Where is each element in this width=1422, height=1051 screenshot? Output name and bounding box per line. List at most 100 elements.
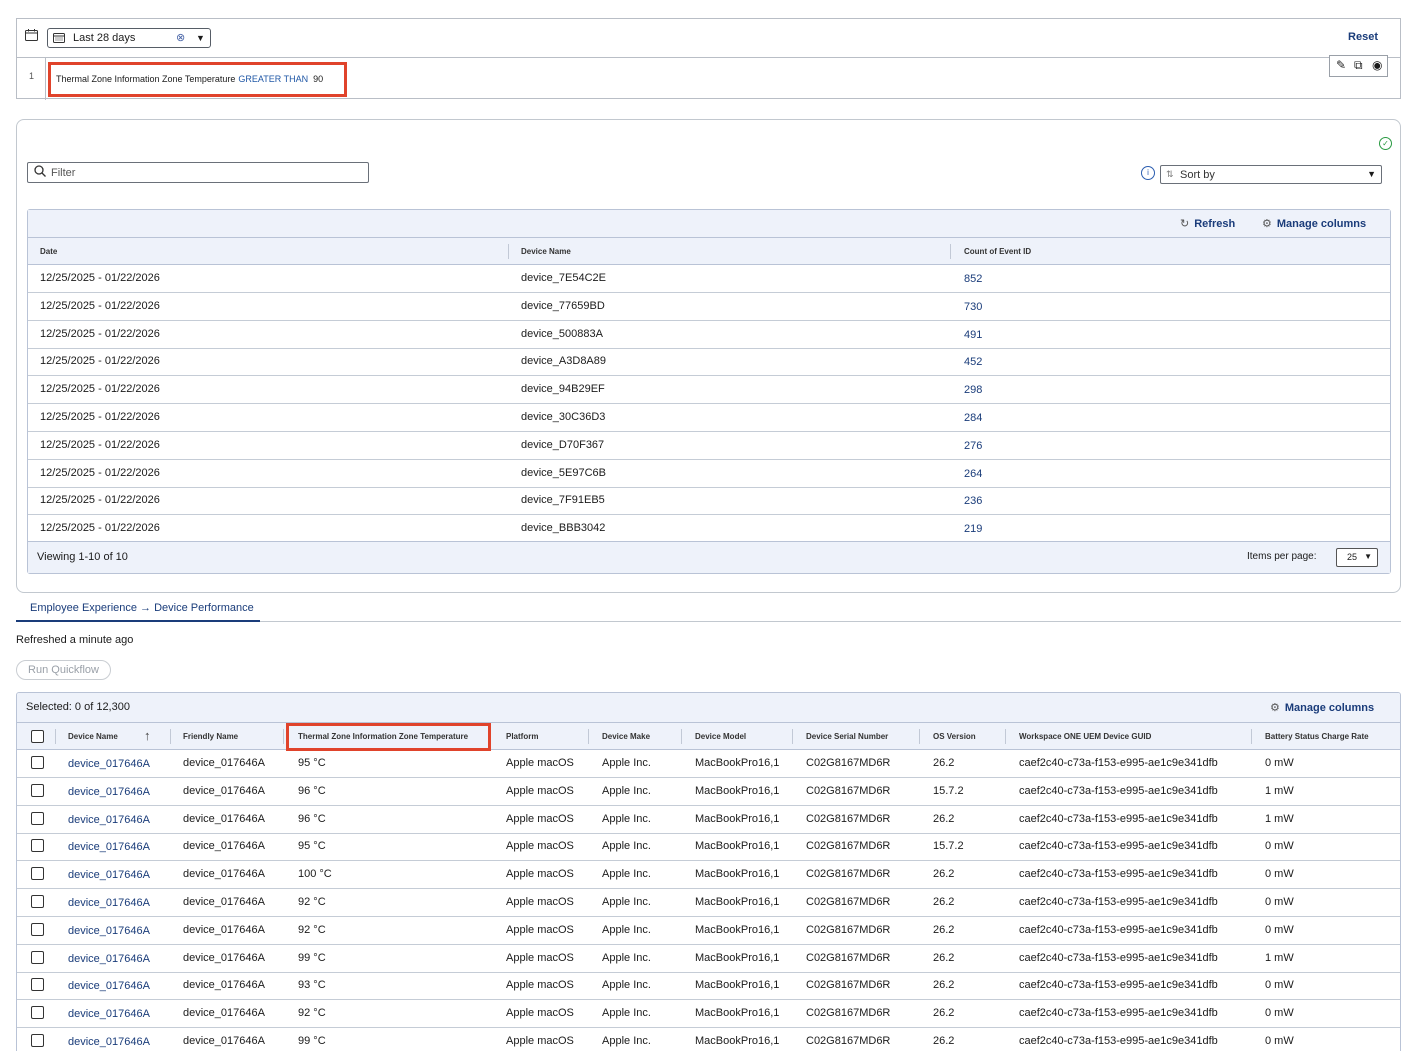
table-row[interactable]: 12/25/2025 - 01/22/2026 device_A3D8A89 452 [28, 348, 1390, 377]
event-count-link[interactable]: 730 [964, 301, 982, 313]
event-count-link[interactable]: 236 [964, 495, 982, 507]
copy-icon[interactable]: ⧉ [1354, 58, 1363, 73]
row-checkbox[interactable] [31, 950, 44, 964]
column-header[interactable]: Friendly Name [183, 732, 238, 741]
table-row[interactable]: 12/25/2025 - 01/22/2026 device_D70F367 276 [28, 432, 1390, 460]
device-name-link[interactable]: device_017646A [68, 953, 150, 965]
table-cell: C02G8167MD6R [806, 951, 891, 964]
select-all-checkbox[interactable] [31, 730, 44, 743]
device-name-link[interactable]: device_017646A [68, 1008, 150, 1020]
table-row[interactable]: device_017646A device_017646A 92 °C Apple m… [17, 917, 1400, 945]
column-header[interactable]: Device Model [695, 732, 746, 741]
column-header[interactable]: Device Serial Number [806, 732, 888, 741]
table-row[interactable]: device_017646A device_017646A 99 °C Apple m… [17, 945, 1400, 973]
event-count-link[interactable]: 219 [964, 523, 982, 535]
column-separator[interactable] [283, 729, 284, 744]
manage-columns-button[interactable]: ⚙ Manage columns [1270, 701, 1374, 714]
event-count-link[interactable]: 298 [964, 384, 982, 396]
device-name-link[interactable]: device_017646A [68, 980, 150, 992]
table-row[interactable]: 12/25/2025 - 01/22/2026 device_500883A 491 [28, 321, 1390, 349]
column-separator[interactable] [792, 729, 793, 744]
table-row[interactable]: device_017646A device_017646A 99 °C Apple m… [17, 1028, 1400, 1051]
calendar-icon[interactable] [25, 29, 38, 44]
reset-button[interactable]: Reset [1348, 31, 1378, 43]
column-separator[interactable] [170, 729, 171, 744]
device-name-link[interactable]: device_017646A [68, 869, 150, 881]
column-header[interactable]: Workspace ONE UEM Device GUID [1019, 732, 1151, 741]
table-row[interactable]: 12/25/2025 - 01/22/2026 device_7F91EB5 236 [28, 487, 1390, 516]
device-name-link[interactable]: device_017646A [68, 925, 150, 937]
column-header[interactable]: Thermal Zone Information Zone Temperatur… [298, 732, 468, 741]
device-name-link[interactable]: device_017646A [68, 758, 150, 770]
table-cell: 95 °C [298, 840, 326, 853]
table-row[interactable]: 12/25/2025 - 01/22/2026 device_30C36D3 284 [28, 404, 1390, 432]
filter-rule-highlight[interactable]: Thermal Zone Information Zone Temperatur… [48, 62, 347, 97]
run-quickflow-button[interactable]: Run Quickflow [16, 660, 111, 680]
row-checkbox[interactable] [31, 756, 44, 769]
column-header[interactable]: Device Name [521, 247, 571, 256]
table-row[interactable]: device_017646A device_017646A 96 °C Apple m… [17, 806, 1400, 834]
column-header[interactable]: Device Make [602, 732, 650, 741]
row-checkbox[interactable] [31, 811, 44, 825]
column-separator[interactable] [950, 244, 951, 259]
row-checkbox[interactable] [31, 839, 44, 853]
table-row[interactable]: 12/25/2025 - 01/22/2026 device_77659BD 730 [28, 293, 1390, 321]
event-count-link[interactable]: 491 [964, 329, 982, 341]
column-header[interactable]: Platform [506, 732, 538, 741]
row-checkbox[interactable] [31, 1034, 44, 1047]
event-count-link[interactable]: 276 [964, 440, 982, 452]
device-name-link[interactable]: device_017646A [68, 897, 150, 909]
event-count-link[interactable]: 264 [964, 468, 982, 480]
column-separator[interactable] [588, 729, 589, 744]
table-row[interactable]: 12/25/2025 - 01/22/2026 device_5E97C6B 264 [28, 460, 1390, 488]
items-per-page-select[interactable]: 25 ▼ [1336, 548, 1378, 567]
table-row[interactable]: device_017646A device_017646A 100 °C Apple … [17, 861, 1400, 890]
device-name-link[interactable]: device_017646A [68, 786, 150, 798]
column-separator[interactable] [508, 244, 509, 259]
tab-device-performance[interactable]: Employee Experience → Device Performance [16, 598, 260, 622]
filter-input[interactable] [51, 165, 351, 180]
column-separator[interactable] [681, 729, 682, 744]
eye-icon[interactable]: ◉ [1372, 58, 1382, 72]
device-name-link[interactable]: device_017646A [68, 841, 150, 853]
date-range-select[interactable]: Last 28 days ⊗ ▼ [47, 28, 211, 48]
column-header[interactable]: Battery Status Charge Rate [1265, 732, 1369, 741]
event-count-link[interactable]: 452 [964, 356, 982, 368]
table-row[interactable]: 12/25/2025 - 01/22/2026 device_94B29EF 298 [28, 376, 1390, 405]
column-header[interactable]: Count of Event ID [964, 247, 1031, 256]
manage-columns-button[interactable]: ⚙ Manage columns [1262, 217, 1366, 230]
sort-select[interactable]: ⇅ Sort by ▼ [1160, 165, 1382, 184]
column-separator[interactable] [1251, 729, 1252, 744]
table-row[interactable]: device_017646A device_017646A 92 °C Apple m… [17, 889, 1400, 917]
column-separator[interactable] [1005, 729, 1006, 744]
table-row[interactable]: device_017646A device_017646A 96 °C Apple m… [17, 778, 1400, 806]
edit-icon[interactable]: ✎ [1336, 58, 1346, 72]
clear-icon[interactable]: ⊗ [176, 31, 185, 44]
row-checkbox[interactable] [31, 978, 44, 992]
event-count-link[interactable]: 852 [964, 273, 982, 285]
table-row[interactable]: device_017646A device_017646A 95 °C Apple m… [17, 833, 1400, 862]
column-separator[interactable] [919, 729, 920, 744]
filter-field[interactable] [27, 162, 369, 183]
info-icon[interactable]: i [1141, 166, 1155, 180]
table-row[interactable]: device_017646A device_017646A 95 °C Apple m… [17, 750, 1400, 778]
chevron-down-icon[interactable]: ▼ [196, 33, 205, 43]
device-name-link[interactable]: device_017646A [68, 814, 150, 826]
table-row[interactable]: 12/25/2025 - 01/22/2026 device_7E54C2E 852 [28, 265, 1390, 293]
row-checkbox[interactable] [31, 1006, 44, 1020]
column-header[interactable]: Date [40, 247, 57, 256]
table-row[interactable]: 12/25/2025 - 01/22/2026 device_BBB3042 219 [28, 515, 1390, 544]
device-name-link[interactable]: device_017646A [68, 1036, 150, 1048]
column-header[interactable]: OS Version [933, 732, 976, 741]
table-row[interactable]: device_017646A device_017646A 92 °C Apple m… [17, 1000, 1400, 1029]
column-header[interactable]: Device Name [68, 732, 118, 741]
refresh-button[interactable]: ↻ Refresh [1180, 217, 1235, 230]
row-checkbox[interactable] [31, 895, 44, 908]
table-row[interactable]: device_017646A device_017646A 93 °C Apple m… [17, 972, 1400, 1001]
column-separator[interactable] [55, 729, 56, 744]
row-checkbox[interactable] [31, 867, 44, 881]
row-checkbox[interactable] [31, 922, 44, 936]
event-count-link[interactable]: 284 [964, 412, 982, 424]
sort-ascending-icon[interactable]: ↑ [144, 728, 151, 743]
row-checkbox[interactable] [31, 783, 44, 797]
